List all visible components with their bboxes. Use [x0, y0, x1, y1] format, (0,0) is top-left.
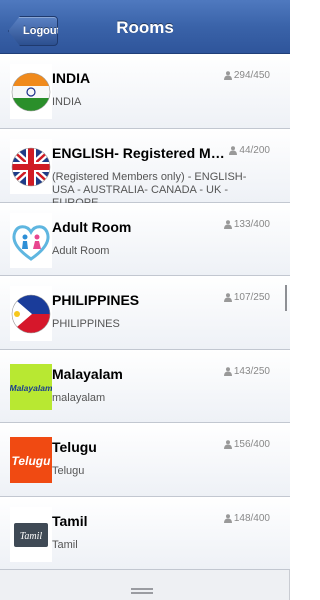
room-row-english[interactable]: ENGLISH- Registered Members ... (Registe… — [0, 129, 290, 209]
app-frame: Logout Rooms INDIA INDIA 294/450 ENGLISH… — [0, 0, 290, 600]
room-name: INDIA — [52, 70, 91, 86]
room-description: Tamil — [52, 538, 78, 551]
navigation-bar: Logout Rooms — [0, 0, 290, 54]
count-text: 294/450 — [233, 70, 270, 81]
person-icon — [223, 71, 232, 80]
room-description: Adult Room — [52, 244, 110, 257]
room-description: malayalam — [52, 391, 106, 404]
room-name: Malayalam — [52, 365, 123, 382]
room-row-malayalam[interactable]: Malayalam Malayalam malayalam 143/250 — [0, 349, 290, 423]
room-name: Adult Room — [52, 218, 132, 235]
count-text: 107/250 — [233, 292, 270, 303]
count-text: 133/400 — [233, 218, 270, 230]
room-name: PHILIPPINES — [52, 292, 140, 308]
resize-grip-vertical[interactable] — [285, 285, 287, 311]
room-member-count: 143/250 — [223, 365, 270, 377]
svg-text:Malayalam: Malayalam — [10, 383, 52, 393]
room-name: Telugu — [52, 439, 97, 455]
room-description: INDIA — [52, 96, 82, 108]
room-member-count: 133/400 — [223, 218, 270, 230]
room-row-philippines[interactable]: PHILIPPINES PHILIPPINES 107/250 — [0, 276, 290, 350]
room-member-count: 107/250 — [223, 292, 270, 303]
room-row-india[interactable]: INDIA INDIA 294/450 — [0, 54, 290, 129]
room-name: ENGLISH- Registered Members ... — [52, 145, 232, 161]
room-list: INDIA INDIA 294/450 ENGLISH- Registered … — [0, 54, 290, 570]
resize-grip-horizontal[interactable] — [131, 588, 153, 596]
page-title: Rooms — [116, 18, 174, 37]
room-description: PHILIPPINES — [52, 318, 120, 330]
room-row-adult[interactable]: Adult Room Adult Room 133/400 — [0, 202, 290, 276]
room-name: Tamil — [52, 512, 88, 529]
room-row-tamil[interactable]: Tamil Tamil Tamil 148/400 — [0, 496, 290, 570]
room-row-telugu[interactable]: Telugu Telugu Telugu 156/400 — [0, 423, 290, 497]
telugu-logo-icon: Telugu — [10, 437, 52, 483]
count-text: 143/250 — [233, 365, 270, 377]
malayalam-logo-icon: Malayalam — [10, 363, 52, 410]
room-member-count: 148/400 — [223, 512, 270, 524]
room-member-count: 156/400 — [223, 439, 270, 450]
india-flag-icon — [10, 64, 52, 119]
room-member-count: 44/200 — [229, 145, 270, 156]
person-icon — [229, 146, 238, 155]
philippines-flag-icon — [10, 286, 52, 341]
count-text: 44/200 — [239, 145, 270, 156]
room-member-count: 294/450 — [223, 70, 270, 81]
person-icon — [223, 219, 232, 229]
room-description: Telugu — [52, 465, 85, 477]
count-text: 156/400 — [233, 439, 270, 450]
svg-text:Telugu: Telugu — [12, 454, 52, 468]
count-text: 148/400 — [233, 512, 270, 524]
person-icon — [223, 513, 232, 523]
uk-flag-icon — [10, 139, 52, 194]
svg-text:Tamil: Tamil — [20, 531, 43, 542]
couple-heart-icon — [10, 212, 52, 268]
person-icon — [223, 293, 232, 302]
person-icon — [223, 440, 232, 449]
tamil-logo-icon: Tamil — [10, 506, 52, 562]
person-icon — [223, 366, 232, 376]
